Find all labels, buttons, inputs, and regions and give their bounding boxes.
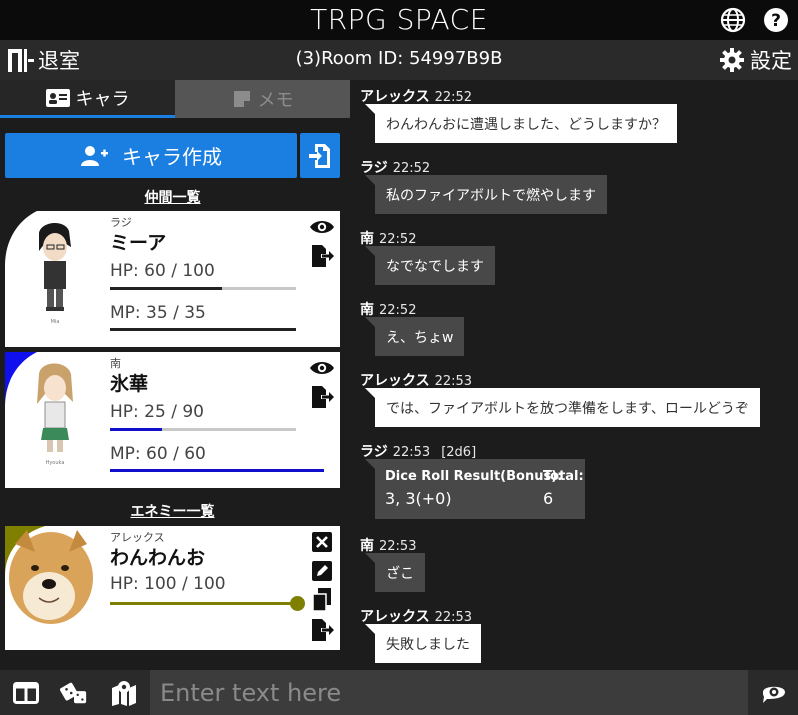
input-bar xyxy=(0,670,798,715)
hp-bar xyxy=(110,428,296,431)
character-name: ミーア xyxy=(110,232,167,254)
hp-slider-handle[interactable] xyxy=(290,596,305,611)
chat-message: アレックス 22:52 xyxy=(360,86,472,106)
message-bubble: ざこ xyxy=(365,553,425,592)
message-bubble: 失敗しました xyxy=(365,624,481,663)
message-time: 22:53 xyxy=(392,445,431,460)
dice-result: 3, 3(+0) xyxy=(385,489,452,508)
message-author: 南 xyxy=(360,302,374,318)
svg-text:Hyouka: Hyouka xyxy=(46,460,65,466)
enemy-list-title: エネミー一覧 xyxy=(130,504,215,520)
dice-result-bubble: Dice Roll Result(Bonus): Total: 3, 3(+0)… xyxy=(365,459,585,519)
message-bubble: 私のファイアボルトで燃やします xyxy=(365,175,607,214)
room-bar: 退室 (3)Room ID: 54997B9B 設定 xyxy=(0,40,798,80)
message-time: 22:52 xyxy=(379,232,417,247)
layout-columns-icon[interactable] xyxy=(12,679,40,707)
chat-message: アレックス 22:53 xyxy=(360,606,472,626)
character-panel: キャラ メモ キャラ作成 仲間一覧 Mia ラジ ミーア HP: 60 / 10… xyxy=(0,80,350,670)
room-id-text: (3)Room ID: 54997B9B xyxy=(295,48,503,69)
message-bubble: え、ちょw xyxy=(364,317,465,356)
enemy-portrait xyxy=(5,526,105,650)
chat-message: アレックス 22:53 xyxy=(360,370,472,390)
mp-text: MP: 35 / 35 xyxy=(110,303,206,323)
chat-settings-icon[interactable] xyxy=(760,679,788,707)
dice-total-label: Total: xyxy=(543,469,584,484)
tab-memo[interactable]: メモ xyxy=(175,80,350,118)
party-card[interactable]: Mia ラジ ミーア HP: 60 / 100 MP: 35 / 35 xyxy=(5,211,340,347)
character-portrait: Mia xyxy=(5,211,105,347)
message-author: アレックス xyxy=(360,89,430,105)
dice-header: Dice Roll Result(Bonus): xyxy=(385,469,563,484)
message-time: 22:52 xyxy=(379,303,417,318)
message-time: 22:52 xyxy=(434,90,473,105)
message-bubble: では、ファイアボルトを放つ準備をします、ロールどうぞ xyxy=(365,388,760,427)
chat-log: アレックス 22:52 わんわんおに遭遇しました、どうしますか？ ラジ 22:52 … xyxy=(350,80,798,670)
message-time: 22:52 xyxy=(392,161,431,176)
eye-icon[interactable] xyxy=(309,215,335,239)
create-character-label: キャラ作成 xyxy=(122,145,222,169)
tab-chara-label: キャラ xyxy=(75,88,130,110)
chat-input[interactable] xyxy=(150,670,748,715)
party-card[interactable]: Hyouka 南 氷華 HP: 25 / 90 MP: 60 / 60 xyxy=(5,352,340,488)
hp-bar xyxy=(110,602,296,605)
create-character-button[interactable]: キャラ作成 xyxy=(5,133,297,178)
message-bubble: わんわんおに遭遇しました、どうしますか？ xyxy=(365,104,677,143)
chat-message: 南 22:52 xyxy=(360,299,416,319)
party-list-title: 仲間一覧 xyxy=(144,190,201,206)
character-portrait: Hyouka xyxy=(5,352,105,488)
gear-icon xyxy=(720,48,744,72)
hp-bar xyxy=(110,287,296,290)
app-title: TRPG SPACE xyxy=(310,3,488,36)
chat-message: ラジ 22:52 xyxy=(360,157,430,177)
id-card-icon xyxy=(45,88,70,107)
message-author: 南 xyxy=(360,231,374,247)
message-author: アレックス xyxy=(360,373,430,389)
message-author: 南 xyxy=(360,538,374,554)
enemy-name: わんわんお xyxy=(110,547,206,569)
globe-icon[interactable] xyxy=(720,7,746,33)
character-name: 氷華 xyxy=(110,373,149,395)
file-export-icon[interactable] xyxy=(309,385,335,409)
tab-chara[interactable]: キャラ xyxy=(0,80,175,118)
file-import-icon xyxy=(309,143,330,168)
user-plus-icon xyxy=(81,145,108,166)
eye-icon[interactable] xyxy=(309,356,335,380)
dice-icon[interactable] xyxy=(60,679,88,707)
copy-icon[interactable] xyxy=(309,588,335,612)
settings-button[interactable]: 設定 xyxy=(720,46,792,74)
mp-text: MP: 60 / 60 xyxy=(110,444,206,464)
dice-command: [2d6] xyxy=(441,445,477,460)
note-icon xyxy=(233,91,250,107)
hp-text: HP: 60 / 100 xyxy=(110,261,215,281)
message-time: 22:53 xyxy=(434,374,473,389)
message-author: アレックス xyxy=(360,609,430,625)
hp-text: HP: 100 / 100 xyxy=(110,574,226,594)
pencil-icon[interactable] xyxy=(309,559,335,583)
message-bubble: なでなでします xyxy=(365,246,495,285)
hp-text: HP: 25 / 90 xyxy=(110,402,204,422)
file-export-icon[interactable] xyxy=(309,618,335,642)
file-export-icon[interactable] xyxy=(309,244,335,268)
dice-total: 6 xyxy=(543,489,554,508)
chat-message: 南 22:53 xyxy=(360,535,416,555)
svg-text:?: ? xyxy=(771,11,781,31)
map-icon[interactable] xyxy=(110,679,138,707)
chat-message: ラジ 22:53 [2d6] xyxy=(360,441,476,461)
message-time: 22:53 xyxy=(434,610,473,625)
tab-memo-label: メモ xyxy=(257,90,294,111)
settings-label: 設定 xyxy=(750,49,792,73)
import-character-button[interactable] xyxy=(300,133,340,178)
enemy-card[interactable]: アレックス わんわんお HP: 100 / 100 xyxy=(5,526,340,650)
app-header: TRPG SPACE ? xyxy=(0,0,798,40)
message-author: ラジ xyxy=(360,444,388,460)
message-author: ラジ xyxy=(360,160,388,176)
message-time: 22:53 xyxy=(379,539,417,554)
help-icon[interactable]: ? xyxy=(763,7,789,33)
mp-bar xyxy=(110,328,296,331)
mp-bar xyxy=(110,469,324,472)
svg-text:Mia: Mia xyxy=(51,319,60,325)
chat-message: 南 22:52 xyxy=(360,228,416,248)
panel-tabs: キャラ メモ xyxy=(0,80,350,118)
close-icon[interactable] xyxy=(309,530,335,554)
